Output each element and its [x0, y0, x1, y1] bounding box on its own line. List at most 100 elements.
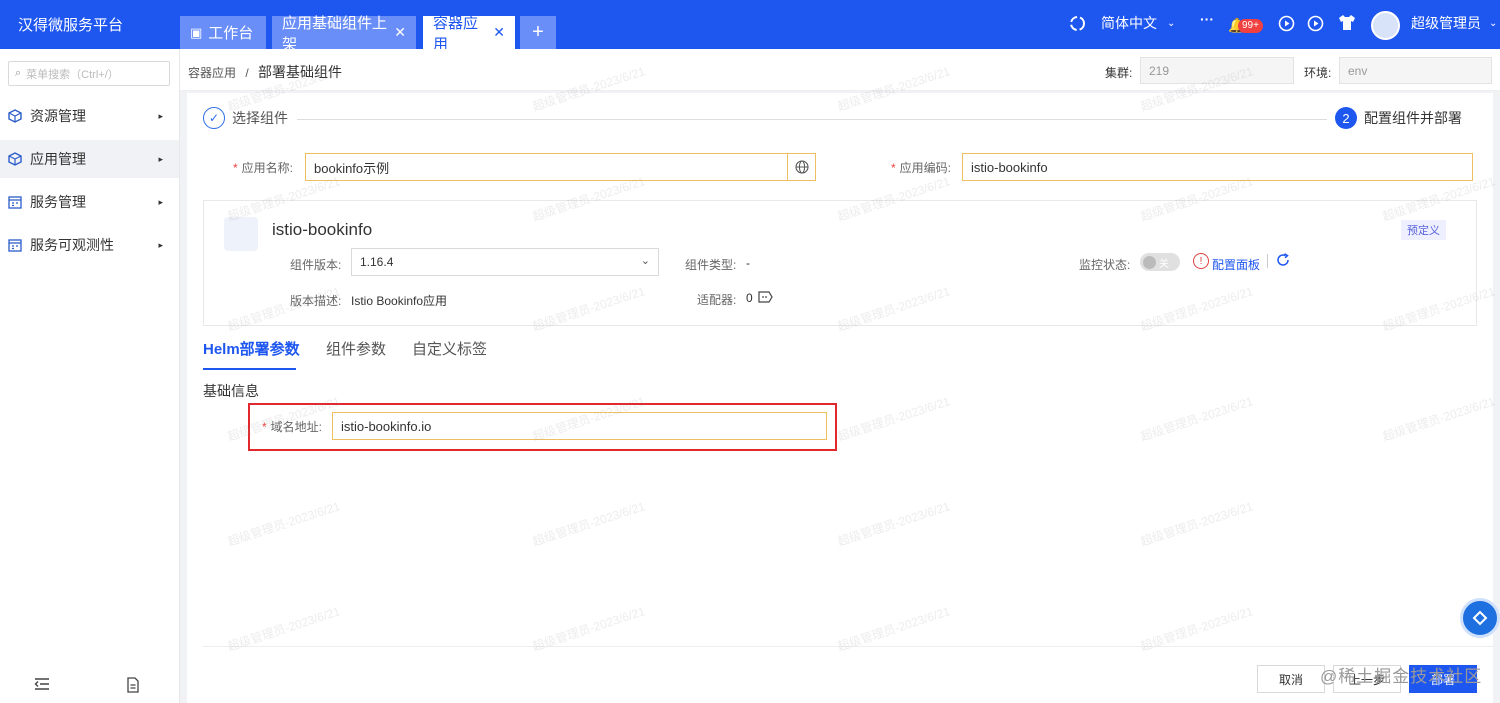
menu-search-input[interactable]: ⌕ 菜单搜索（Ctrl+/）: [8, 61, 170, 86]
input-value: istio-bookinfo.io: [341, 418, 432, 434]
tag-icon[interactable]: [758, 291, 773, 306]
desc-value: Istio Bookinfo应用: [351, 294, 448, 308]
input-value: bookinfo示例: [314, 160, 390, 176]
tab-component-params[interactable]: 组件参数: [326, 338, 386, 359]
chevron-down-icon: ⌄: [640, 255, 650, 267]
theme-shirt-icon[interactable]: [1338, 14, 1356, 31]
cluster-label: 集群:: [1105, 66, 1133, 80]
input-value: istio-bookinfo: [971, 159, 1048, 175]
caret-right-icon: ▸: [158, 196, 163, 207]
cube-icon: [8, 109, 22, 123]
language-label: 简体中文: [1101, 15, 1157, 31]
document-icon[interactable]: [126, 677, 140, 698]
sidebar-item-observability[interactable]: 服务可观测性 ▸: [0, 226, 179, 264]
component-logo: [224, 217, 258, 251]
refresh-icon[interactable]: [1276, 253, 1290, 270]
required-mark: *: [262, 420, 267, 434]
divider: [1267, 254, 1268, 268]
tab-helm-params[interactable]: Helm部署参数: [203, 338, 300, 359]
search-placeholder: 菜单搜索（Ctrl+/）: [26, 68, 119, 81]
user-menu[interactable]: 超级管理员 ⌄: [1411, 13, 1497, 33]
breadcrumb-parent[interactable]: 容器应用: [188, 66, 236, 80]
breadcrumb-path: 容器应用 / 部署基础组件: [188, 62, 342, 82]
calendar-icon: [8, 238, 22, 252]
monitor-icon: ▣: [190, 24, 203, 40]
sidebar-item-app[interactable]: 应用管理 ▸: [0, 140, 179, 178]
tab-label: 工作台: [208, 25, 254, 42]
cluster-field: 219: [1140, 57, 1294, 84]
warning-icon: !: [1193, 253, 1209, 269]
chevron-down-icon: ⌄: [1489, 17, 1498, 29]
version-label: 组件版本:: [290, 258, 342, 272]
monitor-toggle[interactable]: 关: [1140, 253, 1180, 271]
collapse-menu-icon[interactable]: [34, 677, 50, 696]
label-text: 应用编码:: [899, 161, 952, 175]
tab-container-app[interactable]: 容器应用 ✕: [423, 15, 515, 53]
app-code-label: * 应用编码:: [891, 159, 951, 176]
step-label: 配置组件并部署: [1364, 110, 1462, 126]
tab-label: 容器应用: [433, 14, 479, 53]
app-code-input[interactable]: istio-bookinfo: [962, 153, 1473, 181]
active-tab-indicator: [203, 368, 296, 370]
step-configure-deploy: 2 配置组件并部署: [1335, 107, 1462, 129]
tab-workbench[interactable]: ▣ 工作台: [180, 16, 266, 49]
sidebar-item-service[interactable]: 服务管理 ▸: [0, 183, 179, 221]
monitor-label: 监控状态:: [1079, 258, 1131, 272]
caret-right-icon: ▸: [158, 153, 163, 164]
add-tab-button[interactable]: +: [520, 16, 556, 49]
predefined-badge: 预定义: [1401, 220, 1446, 240]
step-select-component: ✓ 选择组件: [203, 107, 288, 129]
domain-label: * 域名地址:: [262, 418, 322, 435]
config-panel-link[interactable]: 配置面板: [1212, 256, 1260, 273]
main-panel: ✓ 选择组件 2 配置组件并部署 * 应用名称: bookinfo示例 * 应用编码…: [187, 93, 1493, 703]
app-name-label: * 应用名称:: [233, 159, 293, 176]
top-bar: 汉得微服务平台 ▣ 工作台 应用基础组件上架 ✕ 容器应用 ✕ + 简体中文 ⌄…: [0, 0, 1500, 53]
type-label: 组件类型:: [685, 258, 737, 272]
chevron-down-icon: ⌄: [1167, 17, 1176, 29]
version-select[interactable]: 1.16.4 ⌄: [351, 248, 659, 276]
notification-bell[interactable]: 🔔 99+: [1228, 13, 1272, 37]
tab-custom-labels[interactable]: 自定义标签: [412, 338, 487, 359]
required-mark: *: [233, 161, 238, 175]
tab-label: 应用基础组件上架: [282, 14, 388, 53]
tab-app-component-listing[interactable]: 应用基础组件上架 ✕: [272, 15, 416, 53]
env-label: 环境:: [1304, 66, 1332, 80]
user-name: 超级管理员: [1411, 15, 1481, 31]
play-circle-icon[interactable]: [1278, 15, 1295, 32]
component-card: istio-bookinfo 预定义 组件版本: 1.16.4 ⌄ 组件类型: …: [203, 200, 1477, 326]
close-icon[interactable]: ✕: [493, 24, 505, 41]
domain-input[interactable]: istio-bookinfo.io: [332, 412, 827, 440]
adapter-count: 0: [746, 291, 753, 305]
check-icon: ✓: [203, 107, 225, 129]
language-select[interactable]: 简体中文 ⌄: [1101, 13, 1175, 33]
avatar[interactable]: [1371, 11, 1400, 40]
required-mark: *: [891, 161, 896, 175]
play-circle-icon-2[interactable]: [1307, 15, 1324, 32]
sidebar-item-resource[interactable]: 资源管理 ▸: [0, 97, 179, 135]
search-icon: ⌕: [15, 67, 22, 79]
site-watermark: @稀土掘金技术社区: [1320, 667, 1483, 686]
help-chat-icon[interactable]: [1460, 598, 1500, 638]
cube-icon: [8, 152, 22, 166]
globe-icon[interactable]: [787, 154, 815, 180]
page-title: 部署基础组件: [258, 64, 343, 80]
more-menu[interactable]: ···: [1200, 11, 1214, 27]
refresh-circle-icon[interactable]: [1069, 15, 1086, 32]
calendar-icon: [8, 195, 22, 209]
brand-title: 汉得微服务平台: [18, 17, 124, 34]
toggle-text: 关: [1159, 258, 1169, 270]
component-title: istio-bookinfo: [272, 220, 373, 239]
sidebar-item-label: 服务管理: [30, 194, 86, 210]
sidebar-item-label: 资源管理: [30, 108, 86, 124]
app-name-input[interactable]: bookinfo示例: [305, 153, 816, 181]
sidebar: ⌕ 菜单搜索（Ctrl+/） 资源管理 ▸ 应用管理 ▸ 服务管理 ▸ 服务可观…: [0, 49, 180, 703]
sidebar-item-label: 应用管理: [30, 151, 86, 167]
section-title: 基础信息: [203, 383, 259, 399]
footer-divider: [203, 646, 1493, 647]
step-label: 选择组件: [232, 110, 288, 126]
breadcrumb-separator: /: [245, 66, 249, 80]
desc-label: 版本描述:: [290, 294, 342, 308]
close-icon[interactable]: ✕: [394, 24, 406, 41]
adapter-label: 适配器:: [697, 293, 737, 307]
cancel-button[interactable]: 取消: [1257, 665, 1325, 693]
